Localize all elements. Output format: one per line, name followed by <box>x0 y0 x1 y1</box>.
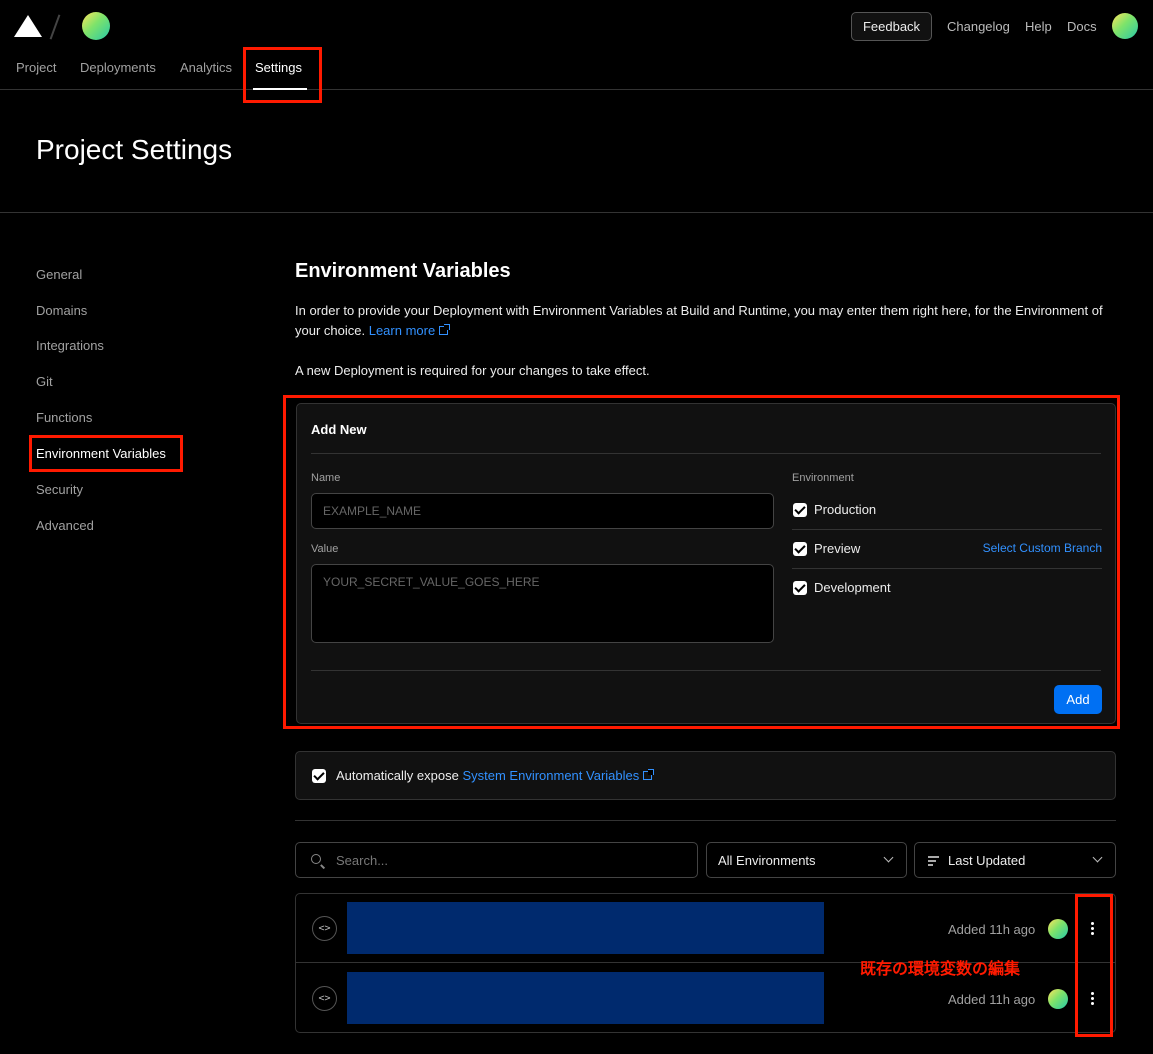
tab-settings[interactable]: Settings <box>255 60 302 75</box>
sidebar-item-integrations[interactable]: Integrations <box>36 338 104 353</box>
development-checkbox[interactable] <box>793 581 807 595</box>
name-placeholder: EXAMPLE_NAME <box>323 504 422 518</box>
active-tab-indicator <box>253 88 307 90</box>
search-icon <box>311 854 321 864</box>
learn-more-link[interactable]: Learn more <box>369 323 435 338</box>
tab-analytics[interactable]: Analytics <box>180 60 232 75</box>
value-textarea[interactable]: YOUR_SECRET_VALUE_GOES_HERE <box>311 564 774 643</box>
sidebar-item-advanced[interactable]: Advanced <box>36 518 94 533</box>
environment-select[interactable]: All Environments <box>706 842 907 878</box>
card-footer-divider <box>311 670 1101 671</box>
tab-project[interactable]: Project <box>16 60 56 75</box>
sort-select[interactable]: Last Updated <box>914 842 1116 878</box>
more-options-icon[interactable] <box>1091 992 1095 1006</box>
help-link[interactable]: Help <box>1025 19 1052 34</box>
title-divider <box>0 212 1153 213</box>
chevron-down-icon <box>883 852 894 863</box>
system-env-vars-link[interactable]: System Environment Variables <box>462 768 639 783</box>
auto-expose-text: Automatically expose System Environment … <box>336 768 655 783</box>
more-options-icon[interactable] <box>1091 922 1095 936</box>
avatar <box>1048 919 1068 939</box>
value-placeholder: YOUR_SECRET_VALUE_GOES_HERE <box>323 575 540 589</box>
top-bar: Feedback Changelog Help Docs Project Dep… <box>0 0 1153 90</box>
sidebar-item-general[interactable]: General <box>36 267 82 282</box>
project-avatar[interactable] <box>82 12 110 40</box>
added-time: Added 11h ago <box>948 992 1036 1007</box>
code-icon: <> <box>312 916 337 941</box>
external-link-icon <box>439 324 451 335</box>
added-time: Added 11h ago <box>948 922 1036 937</box>
sort-icon <box>928 856 939 866</box>
production-checkbox[interactable] <box>793 503 807 517</box>
search-placeholder: Search... <box>336 853 389 868</box>
name-input[interactable]: EXAMPLE_NAME <box>311 493 774 529</box>
list-item[interactable]: <> Added 11h ago <box>296 894 1115 963</box>
preview-checkbox[interactable] <box>793 542 807 556</box>
environment-select-label: All Environments <box>718 853 816 868</box>
feedback-button[interactable]: Feedback <box>851 12 932 41</box>
vercel-logo-icon[interactable] <box>14 15 42 37</box>
auto-expose-checkbox[interactable] <box>312 769 326 783</box>
add-button[interactable]: Add <box>1054 685 1102 714</box>
add-new-title: Add New <box>311 422 367 437</box>
external-link-icon <box>643 769 655 780</box>
sort-select-label: Last Updated <box>948 853 1026 868</box>
search-input[interactable]: Search... <box>295 842 698 878</box>
auto-expose-box: Automatically expose System Environment … <box>295 751 1116 800</box>
select-custom-branch-link[interactable]: Select Custom Branch <box>983 541 1102 555</box>
changelog-link[interactable]: Changelog <box>947 19 1010 34</box>
redacted-variable <box>347 972 824 1024</box>
env-row-production: Production <box>792 491 1102 530</box>
production-label: Production <box>814 502 877 517</box>
section-description: In order to provide your Deployment with… <box>295 301 1120 341</box>
sidebar-item-functions[interactable]: Functions <box>36 410 92 425</box>
annotation-text: 既存の環境変数の編集 <box>860 959 1021 978</box>
redacted-variable <box>347 902 824 954</box>
env-row-development: Development <box>792 569 1102 608</box>
deployment-note: A new Deployment is required for your ch… <box>295 363 650 378</box>
add-new-card: Add New Name EXAMPLE_NAME Value YOUR_SEC… <box>296 403 1116 724</box>
preview-label: Preview <box>814 541 861 556</box>
tab-deployments[interactable]: Deployments <box>80 60 156 75</box>
docs-link[interactable]: Docs <box>1067 19 1097 34</box>
card-divider <box>311 453 1101 454</box>
breadcrumb-separator <box>49 14 61 40</box>
sidebar-item-security[interactable]: Security <box>36 482 83 497</box>
sidebar-item-environment-variables[interactable]: Environment Variables <box>36 446 166 461</box>
section-title: Environment Variables <box>295 260 511 282</box>
auto-expose-prefix: Automatically expose <box>336 768 459 783</box>
env-row-preview: Preview Select Custom Branch <box>792 530 1102 569</box>
development-label: Development <box>814 580 891 595</box>
name-label: Name <box>311 472 341 484</box>
avatar <box>1048 989 1068 1009</box>
value-label: Value <box>311 543 339 555</box>
sidebar-item-domains[interactable]: Domains <box>36 303 87 318</box>
list-divider <box>295 820 1116 821</box>
chevron-down-icon <box>1092 852 1103 863</box>
code-icon: <> <box>312 986 337 1011</box>
sidebar-item-git[interactable]: Git <box>36 374 53 389</box>
environment-label: Environment <box>792 472 854 484</box>
user-avatar[interactable] <box>1112 13 1138 39</box>
page-title: Project Settings <box>36 134 233 165</box>
